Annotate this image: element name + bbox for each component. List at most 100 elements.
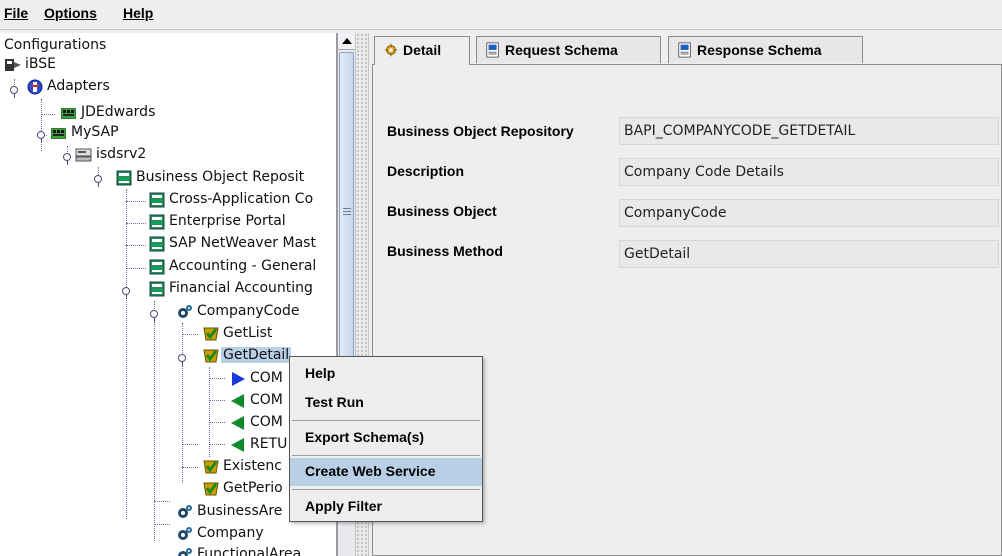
- menu-item-create-web-service[interactable]: Create Web Service: [290, 458, 482, 486]
- tree-node-label: Existenc: [223, 458, 282, 474]
- tree-connector: [41, 114, 55, 115]
- expand-toggle[interactable]: [94, 175, 103, 187]
- bor-label: Business Object Repository: [387, 123, 574, 139]
- business-object-value-field: CompanyCode: [619, 199, 999, 227]
- configuration-tree[interactable]: Configurations iBSE Adapters JDEdwards M…: [0, 33, 337, 556]
- tree-connector: [209, 444, 225, 445]
- menu-item-export-schema[interactable]: Export Schema(s): [290, 424, 482, 452]
- repository-icon: [148, 213, 166, 231]
- menu-separator: [292, 489, 480, 490]
- business-object-icon: [176, 303, 194, 321]
- menu-help[interactable]: Help: [123, 5, 153, 21]
- expand-toggle[interactable]: [10, 86, 19, 98]
- tab-response-schema-label: Response Schema: [697, 42, 822, 58]
- tree-connector: [154, 524, 170, 525]
- expand-toggle[interactable]: [150, 310, 159, 322]
- export-parameter-icon: [229, 392, 247, 410]
- menu-item-help[interactable]: Help: [290, 360, 482, 388]
- tree-node-label: FunctionalArea: [197, 546, 302, 556]
- scrollbar-grip: [343, 208, 351, 209]
- tree-node-label: RETU: [250, 436, 288, 452]
- repository-icon: [115, 169, 133, 187]
- menu-file-label: File: [4, 5, 29, 21]
- detail-icon: [383, 42, 399, 58]
- tab-detail[interactable]: Detail: [374, 36, 470, 65]
- tree-node-label: COM: [250, 392, 283, 408]
- tree-node-label: isdsrv2: [96, 146, 147, 162]
- tree-node-label: SAP NetWeaver Mast: [169, 235, 316, 251]
- tree-connector: [182, 467, 198, 468]
- tree-connector: [126, 245, 146, 246]
- tree-node-label: GetPerio: [223, 480, 283, 496]
- schema-icon: [677, 42, 693, 58]
- scrollbar-thumb[interactable]: [339, 52, 354, 372]
- business-method-label: Business Method: [387, 243, 503, 259]
- tab-request-schema[interactable]: Request Schema: [476, 36, 661, 63]
- menu-options-label: Options: [44, 5, 97, 21]
- tree-node-label: Accounting - General: [169, 258, 317, 274]
- tree-node-label: Configurations: [4, 37, 107, 53]
- export-parameter-icon: [229, 414, 247, 432]
- repository-icon: [148, 235, 166, 253]
- expand-toggle[interactable]: [63, 153, 72, 165]
- context-menu: Help Test Run Export Schema(s) Create We…: [289, 356, 483, 522]
- tree-connector: [126, 201, 146, 202]
- tree-connector: [182, 444, 198, 445]
- tree-connector: [41, 99, 42, 151]
- tree-connector: [209, 400, 225, 401]
- method-check-icon: [202, 325, 220, 343]
- business-object-icon: [176, 546, 194, 556]
- repository-icon: [148, 258, 166, 276]
- tree-connector: [182, 334, 198, 335]
- adapter-folder-icon: [50, 124, 68, 142]
- menu-item-test-run[interactable]: Test Run: [290, 389, 482, 417]
- tree-node-label: Enterprise Portal: [169, 213, 286, 229]
- tree-node-label: GetDetail: [221, 347, 292, 363]
- menu-help-label: Help: [123, 5, 154, 21]
- tree-node-label: BusinessAre: [197, 503, 283, 519]
- adapter-folder-icon: [60, 104, 78, 122]
- bor-value-field: BAPI_COMPANYCODE_GETDETAIL: [619, 117, 999, 145]
- menu-separator: [292, 455, 480, 456]
- tree-node-label: JDEdwards: [81, 104, 156, 120]
- tree-node-label: Adapters: [47, 78, 110, 94]
- tree-connector: [126, 189, 127, 519]
- tree-node-label: Cross-Application Co: [169, 191, 314, 207]
- tree-connector: [154, 501, 170, 502]
- tree-node-label: Business Object Reposit: [136, 169, 305, 185]
- tree-connector: [209, 378, 225, 379]
- tree-node-label: GetList: [223, 325, 273, 341]
- tree-connector: [182, 323, 183, 483]
- tree-node-label: COM: [250, 414, 283, 430]
- tree-node-label: Financial Accounting: [169, 280, 313, 296]
- menu-file[interactable]: File: [4, 5, 28, 21]
- tab-response-schema[interactable]: Response Schema: [668, 36, 863, 63]
- tab-request-schema-label: Request Schema: [505, 42, 618, 58]
- expand-toggle[interactable]: [122, 287, 131, 299]
- tree-connector: [126, 223, 146, 224]
- menu-item-apply-filter[interactable]: Apply Filter: [290, 493, 482, 521]
- business-method-value-field: GetDetail: [619, 240, 999, 268]
- repository-icon: [148, 280, 166, 298]
- tree-node-label: MySAP: [71, 124, 119, 140]
- menubar: File Options Help: [0, 0, 1002, 30]
- method-check-icon: [202, 458, 220, 476]
- method-check-icon: [202, 347, 220, 365]
- server-icon: [75, 146, 93, 164]
- ibse-icon: [4, 56, 22, 74]
- tree-node-label: CompanyCode: [197, 303, 300, 319]
- tree-connector: [209, 422, 225, 423]
- expand-toggle[interactable]: [178, 354, 187, 366]
- import-parameter-icon: [229, 370, 247, 388]
- menu-separator: [292, 420, 480, 421]
- repository-icon: [148, 191, 166, 209]
- description-value-field: Company Code Details: [619, 158, 999, 186]
- business-object-icon: [176, 525, 194, 543]
- schema-icon: [485, 42, 501, 58]
- business-object-label: Business Object: [387, 203, 497, 219]
- expand-toggle[interactable]: [37, 131, 46, 143]
- export-parameter-icon: [229, 436, 247, 454]
- scroll-up-arrow-icon[interactable]: [338, 33, 355, 50]
- scrollbar-grip: [343, 214, 351, 215]
- menu-options[interactable]: Options: [44, 5, 97, 21]
